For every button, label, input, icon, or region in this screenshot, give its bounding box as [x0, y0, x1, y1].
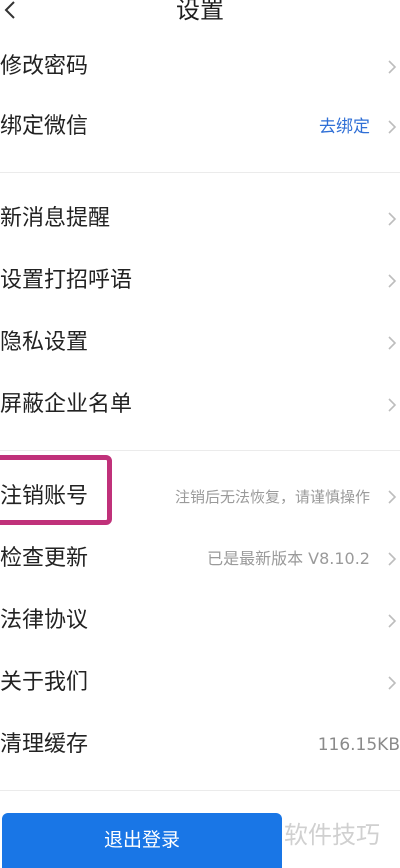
version-text: 已是最新版本 V8.10.2 [207, 549, 370, 568]
settings-item-change-password[interactable]: 修改密码 [0, 44, 400, 90]
section-divider [0, 172, 400, 173]
delete-account-warning: 注销后无法恢复，请谨慎操作 [174, 488, 370, 506]
header-bar: 设置 [0, 0, 400, 30]
chevron-right-icon [388, 60, 397, 74]
page-title: 设置 [176, 0, 224, 24]
chevron-right-icon [388, 552, 397, 566]
section-divider [0, 790, 400, 791]
settings-item-greeting[interactable]: 设置打招呼语 [0, 258, 400, 304]
settings-item-label: 检查更新 [0, 546, 89, 571]
settings-item-label: 设置打招呼语 [0, 268, 133, 293]
settings-item-label: 隐私设置 [0, 330, 89, 355]
chevron-right-icon [388, 614, 397, 628]
watermark-text: 软件技巧 [284, 821, 380, 849]
settings-item-privacy[interactable]: 隐私设置 [0, 320, 400, 366]
settings-item-about[interactable]: 关于我们 [0, 660, 400, 706]
chevron-right-icon [388, 336, 397, 350]
settings-item-clear-cache[interactable]: 清理缓存 116.15KB [0, 722, 400, 768]
logout-button[interactable]: 退出登录 [2, 813, 282, 868]
settings-item-check-update[interactable]: 检查更新 已是最新版本 V8.10.2 [0, 536, 400, 582]
settings-item-notifications[interactable]: 新消息提醒 [0, 196, 400, 242]
settings-item-label: 屏蔽企业名单 [0, 392, 133, 417]
settings-item-legal[interactable]: 法律协议 [0, 598, 400, 644]
settings-item-label: 新消息提醒 [0, 206, 111, 231]
chevron-right-icon [388, 274, 397, 288]
chevron-right-icon [388, 120, 397, 134]
settings-item-bind-wechat[interactable]: 绑定微信 去绑定 [0, 104, 400, 150]
settings-item-label: 关于我们 [0, 670, 89, 695]
settings-item-label: 法律协议 [0, 608, 89, 633]
highlight-annotation-box [0, 455, 112, 525]
settings-item-label: 清理缓存 [0, 732, 89, 757]
settings-item-label: 修改密码 [0, 54, 89, 79]
settings-item-blocked-companies[interactable]: 屏蔽企业名单 [0, 382, 400, 428]
chevron-right-icon [388, 490, 397, 504]
bind-wechat-link[interactable]: 去绑定 [319, 104, 370, 150]
section-divider [0, 450, 400, 451]
chevron-right-icon [388, 676, 397, 690]
settings-item-label: 绑定微信 [0, 114, 89, 139]
chevron-right-icon [388, 398, 397, 412]
cache-size: 116.15KB [317, 735, 400, 755]
chevron-right-icon [388, 212, 397, 226]
